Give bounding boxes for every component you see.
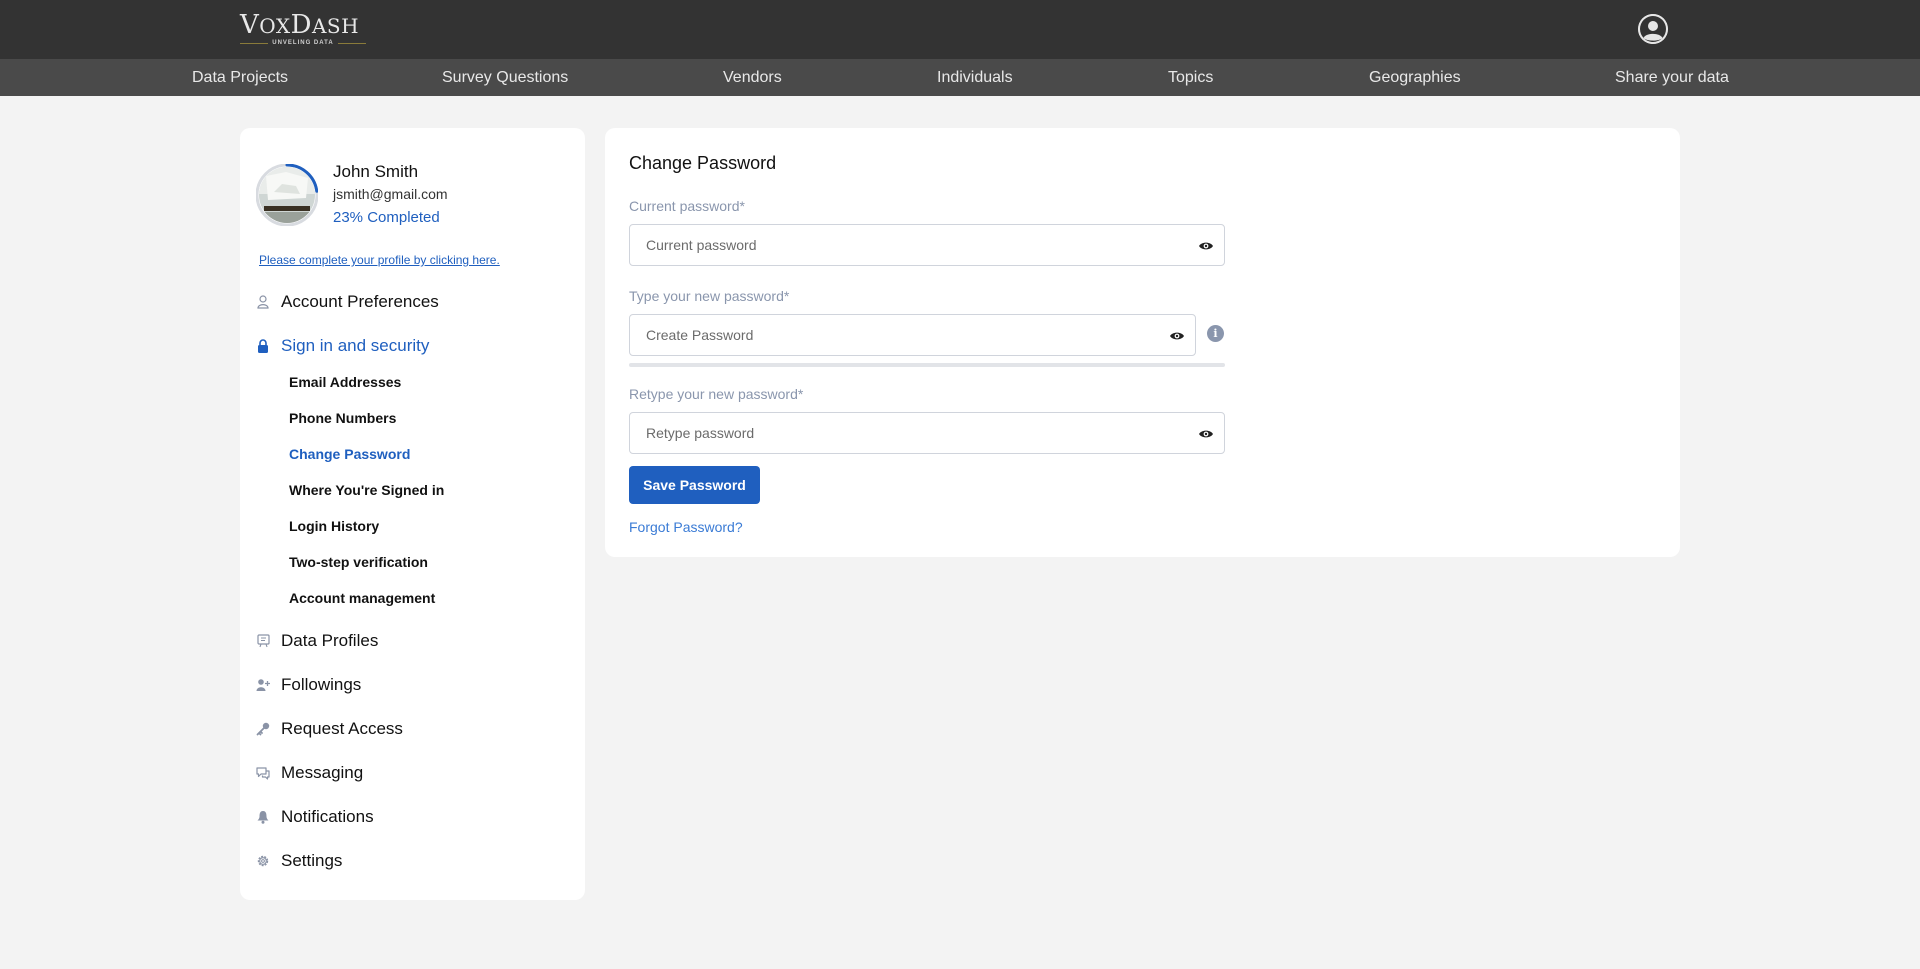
main-navigation: Data Projects Survey Questions Vendors I…	[0, 59, 1920, 96]
nav-survey-questions[interactable]: Survey Questions	[442, 59, 568, 96]
nav-individuals[interactable]: Individuals	[937, 59, 1013, 96]
nav-geographies[interactable]: Geographies	[1369, 59, 1461, 96]
subitem-login-history[interactable]: Login History	[289, 518, 379, 534]
sidebar-item-messaging[interactable]: Messaging	[256, 760, 363, 786]
eye-icon[interactable]	[1198, 427, 1214, 439]
user-plus-icon	[256, 678, 270, 692]
sidebar-item-label: Notifications	[281, 807, 374, 826]
profile-email: jsmith@gmail.com	[333, 186, 448, 202]
change-password-card: Change Password Current password* Type y…	[605, 128, 1680, 557]
subitem-two-step-verification[interactable]: Two-step verification	[289, 554, 428, 570]
bell-icon	[256, 810, 270, 824]
profile-completion: 23% Completed	[333, 209, 440, 226]
current-password-field	[629, 224, 1225, 266]
key-icon	[256, 722, 270, 736]
sidebar-item-account-preferences[interactable]: Account Preferences	[256, 289, 439, 315]
sidebar-item-settings[interactable]: Settings	[256, 848, 342, 874]
subitem-email-addresses[interactable]: Email Addresses	[289, 374, 401, 390]
profile-sidebar: John Smith jsmith@gmail.com 23% Complete…	[240, 128, 585, 900]
user-icon	[256, 295, 270, 309]
eye-icon[interactable]	[1169, 329, 1185, 341]
complete-profile-link[interactable]: Please complete your profile by clicking…	[259, 253, 500, 267]
new-password-input[interactable]	[630, 315, 1195, 355]
voxdash-logo[interactable]: VOXDASH UNVELING DATA	[240, 11, 366, 47]
subitem-where-signed-in[interactable]: Where You're Signed in	[289, 482, 444, 498]
password-strength-bar	[629, 363, 1225, 367]
logo-tagline: UNVELING DATA	[240, 40, 366, 46]
current-password-input[interactable]	[630, 225, 1224, 265]
avatar[interactable]	[255, 163, 319, 227]
info-icon[interactable]: i	[1207, 325, 1224, 342]
subitem-phone-numbers[interactable]: Phone Numbers	[289, 410, 396, 426]
sidebar-item-followings[interactable]: Followings	[256, 672, 361, 698]
sidebar-item-label: Account Preferences	[281, 292, 439, 311]
nav-topics[interactable]: Topics	[1168, 59, 1213, 96]
eye-icon[interactable]	[1198, 239, 1214, 251]
new-password-label: Type your new password*	[629, 288, 790, 304]
sidebar-item-label: Data Profiles	[281, 631, 379, 650]
sidebar-item-label: Messaging	[281, 763, 364, 782]
nav-share-your-data[interactable]: Share your data	[1615, 59, 1729, 96]
sidebar-item-sign-in-security[interactable]: Sign in and security	[256, 333, 429, 359]
forgot-password-link[interactable]: Forgot Password?	[629, 519, 743, 535]
retype-password-input[interactable]	[630, 413, 1224, 453]
sidebar-item-label: Followings	[281, 675, 362, 694]
nav-data-projects[interactable]: Data Projects	[192, 59, 288, 96]
top-header: VOXDASH UNVELING DATA	[0, 0, 1920, 59]
user-circle-icon[interactable]	[1638, 14, 1668, 44]
sidebar-item-label: Request Access	[281, 719, 403, 738]
subitem-change-password[interactable]: Change Password	[289, 446, 410, 462]
save-password-button[interactable]: Save Password	[629, 466, 760, 504]
current-password-label: Current password*	[629, 198, 745, 214]
sidebar-item-data-profiles[interactable]: Data Profiles	[256, 628, 378, 654]
nav-vendors[interactable]: Vendors	[723, 59, 782, 96]
retype-password-field	[629, 412, 1225, 454]
retype-password-label: Retype your new password*	[629, 386, 804, 402]
gear-icon	[256, 854, 270, 868]
sidebar-item-label: Settings	[281, 851, 343, 870]
sidebar-item-request-access[interactable]: Request Access	[256, 716, 403, 742]
lock-icon	[256, 339, 270, 353]
sidebar-item-notifications[interactable]: Notifications	[256, 804, 374, 830]
profile-name: John Smith	[333, 162, 419, 181]
sidebar-item-label: Sign in and security	[281, 336, 430, 355]
logo-wordmark: VOXDASH	[240, 10, 360, 40]
new-password-field	[629, 314, 1196, 356]
page-title: Change Password	[629, 153, 777, 173]
subitem-account-management[interactable]: Account management	[289, 590, 435, 606]
clipboard-icon	[256, 634, 270, 648]
chat-icon	[256, 766, 270, 780]
